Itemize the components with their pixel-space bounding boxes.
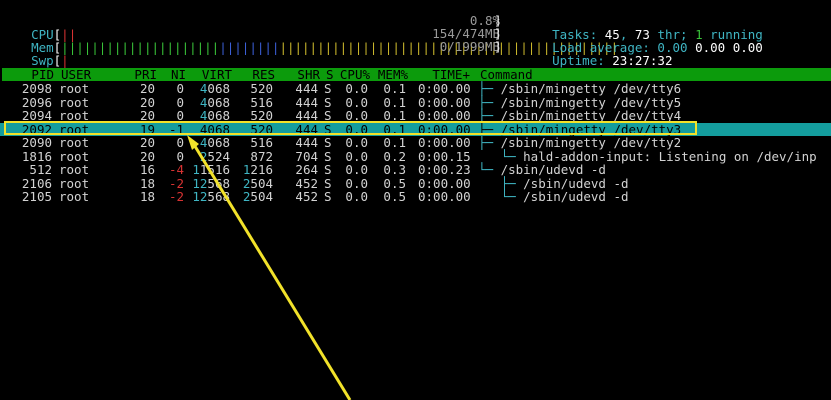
annotation-arrow — [187, 135, 352, 400]
